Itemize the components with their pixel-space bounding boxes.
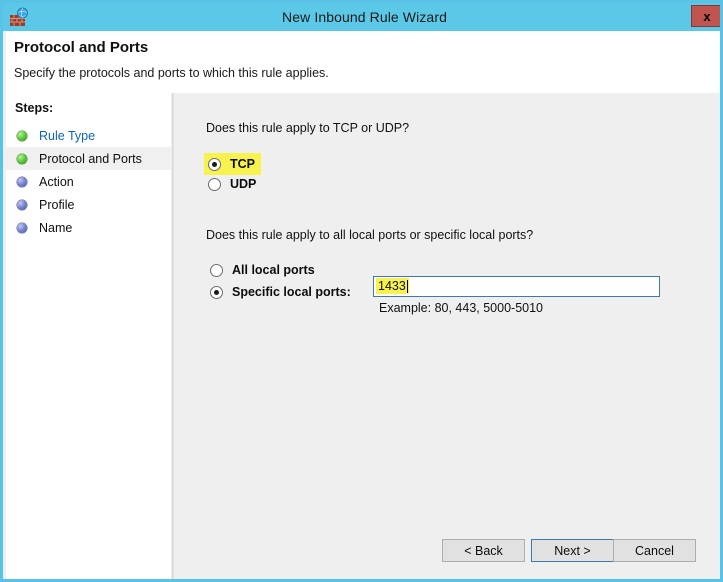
radio-option-udp[interactable]: UDP bbox=[208, 175, 256, 193]
port-example-hint: Example: 80, 443, 5000-5010 bbox=[379, 301, 544, 315]
window-title: New Inbound Rule Wizard bbox=[282, 9, 447, 25]
radio-label: Specific local ports: bbox=[232, 285, 351, 299]
title-bar: New Inbound Rule Wizard x bbox=[3, 3, 720, 31]
sidebar-item-action[interactable]: Action bbox=[6, 170, 171, 193]
radio-icon[interactable] bbox=[210, 285, 223, 299]
sidebar-item-protocol-and-ports[interactable]: Protocol and Ports bbox=[6, 147, 171, 170]
radio-option-all-local-ports[interactable]: All local ports bbox=[210, 261, 315, 279]
steps-sidebar: Steps: Rule Type Protocol and Ports Acti… bbox=[6, 93, 171, 579]
step-bullet-icon bbox=[17, 153, 27, 164]
wizard-window: New Inbound Rule Wizard x Protocol and P… bbox=[0, 0, 723, 582]
sidebar-item-rule-type[interactable]: Rule Type bbox=[6, 124, 171, 147]
main-panel: Does this rule apply to TCP or UDP? TCP … bbox=[174, 93, 720, 579]
step-bullet-icon bbox=[17, 222, 27, 233]
page-subtitle: Specify the protocols and ports to which… bbox=[14, 66, 329, 80]
step-bullet-icon bbox=[17, 130, 27, 141]
next-button[interactable]: Next > bbox=[531, 539, 614, 562]
cancel-button[interactable]: Cancel bbox=[613, 539, 696, 562]
radio-label: TCP bbox=[230, 157, 255, 171]
page-title: Protocol and Ports bbox=[14, 39, 149, 56]
radio-label: UDP bbox=[230, 177, 257, 191]
sidebar-item-label: Protocol and Ports bbox=[39, 151, 142, 166]
radio-icon[interactable] bbox=[210, 263, 223, 277]
page-header: Protocol and Ports Specify the protocols… bbox=[6, 31, 720, 93]
port-input-wrapper: 1433 bbox=[373, 276, 660, 297]
specific-ports-input[interactable] bbox=[373, 276, 660, 297]
sidebar-item-name[interactable]: Name bbox=[6, 216, 171, 239]
radio-icon[interactable] bbox=[208, 157, 221, 171]
back-button[interactable]: < Back bbox=[442, 539, 525, 562]
radio-option-specific-local-ports[interactable]: Specific local ports: bbox=[210, 283, 351, 301]
ports-question: Does this rule apply to all local ports … bbox=[206, 228, 534, 242]
sidebar-item-label: Rule Type bbox=[39, 128, 96, 143]
sidebar-item-label: Profile bbox=[39, 197, 75, 212]
steps-heading: Steps: bbox=[15, 101, 54, 115]
step-bullet-icon bbox=[17, 176, 27, 187]
close-icon[interactable]: x bbox=[691, 5, 720, 27]
sidebar-item-label: Action bbox=[39, 174, 74, 189]
protocol-question: Does this rule apply to TCP or UDP? bbox=[206, 121, 410, 135]
radio-option-tcp[interactable]: TCP bbox=[204, 153, 261, 175]
wizard-footer: < Back Next > Cancel bbox=[174, 539, 720, 579]
firewall-icon bbox=[9, 7, 29, 27]
sidebar-item-label: Name bbox=[39, 220, 73, 235]
radio-label: All local ports bbox=[232, 263, 315, 277]
step-bullet-icon bbox=[17, 199, 27, 210]
sidebar-item-profile[interactable]: Profile bbox=[6, 193, 171, 216]
radio-icon[interactable] bbox=[208, 177, 221, 191]
